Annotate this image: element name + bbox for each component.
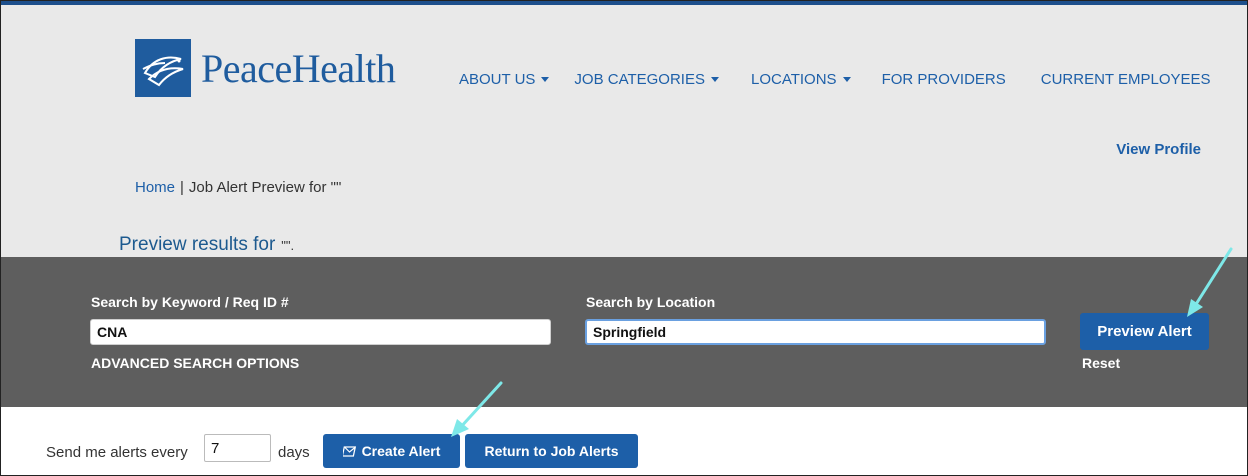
- logo-dove-icon: [135, 39, 191, 97]
- search-panel: Search by Keyword / Req ID # ADVANCED SE…: [1, 257, 1247, 407]
- keyword-input[interactable]: [90, 319, 551, 345]
- days-label: days: [278, 444, 310, 461]
- site-header: PeaceHealth ABOUT US JOB CATEGORIES LOCA…: [1, 5, 1247, 257]
- alert-settings: Send me alerts every days Create Alert R…: [1, 407, 1247, 475]
- reset-link[interactable]: Reset: [1082, 355, 1120, 371]
- nav-current-employees[interactable]: CURRENT EMPLOYEES: [1041, 71, 1211, 88]
- breadcrumb: Home | Job Alert Preview for "": [135, 179, 341, 196]
- caret-down-icon: [710, 77, 719, 82]
- page-frame: PeaceHealth ABOUT US JOB CATEGORIES LOCA…: [0, 0, 1248, 476]
- nav-for-providers[interactable]: FOR PROVIDERS: [882, 71, 1006, 88]
- breadcrumb-current: Job Alert Preview for "": [188, 179, 342, 196]
- preview-alert-button[interactable]: Preview Alert: [1080, 313, 1209, 350]
- page-title: Preview results for "".: [119, 234, 294, 256]
- nav-label: FOR PROVIDERS: [881, 71, 1006, 88]
- nav-label: ABOUT US: [459, 71, 536, 88]
- breadcrumb-home-link[interactable]: Home: [135, 179, 175, 196]
- main-nav: ABOUT US JOB CATEGORIES LOCATIONS FOR PR…: [459, 71, 1211, 88]
- keyword-label: Search by Keyword / Req ID #: [91, 294, 289, 310]
- nav-label: LOCATIONS: [750, 71, 837, 88]
- location-label: Search by Location: [586, 294, 716, 310]
- breadcrumb-separator: |: [180, 179, 184, 196]
- nav-about-us[interactable]: ABOUT US: [459, 71, 550, 88]
- logo-text: PeaceHealth: [201, 45, 396, 91]
- nav-label: JOB CATEGORIES: [574, 71, 705, 88]
- return-to-job-alerts-button[interactable]: Return to Job Alerts: [465, 434, 638, 468]
- advanced-search-link[interactable]: ADVANCED SEARCH OPTIONS: [91, 355, 299, 371]
- nav-label: CURRENT EMPLOYEES: [1040, 71, 1211, 88]
- caret-down-icon: [842, 77, 851, 82]
- create-alert-label: Create Alert: [361, 443, 441, 459]
- preview-title-text: Preview results for: [119, 234, 276, 255]
- logo[interactable]: PeaceHealth: [135, 39, 396, 97]
- view-profile-link[interactable]: View Profile: [1116, 141, 1201, 158]
- location-input[interactable]: [585, 319, 1046, 345]
- alert-days-input[interactable]: [204, 434, 271, 462]
- nav-locations[interactable]: LOCATIONS: [751, 71, 851, 88]
- alert-frequency-label: Send me alerts every: [46, 444, 188, 461]
- caret-down-icon: [541, 77, 550, 82]
- envelope-icon: [342, 445, 356, 457]
- nav-job-categories[interactable]: JOB CATEGORIES: [574, 71, 719, 88]
- create-alert-button[interactable]: Create Alert: [323, 434, 460, 468]
- preview-query: "".: [281, 238, 295, 253]
